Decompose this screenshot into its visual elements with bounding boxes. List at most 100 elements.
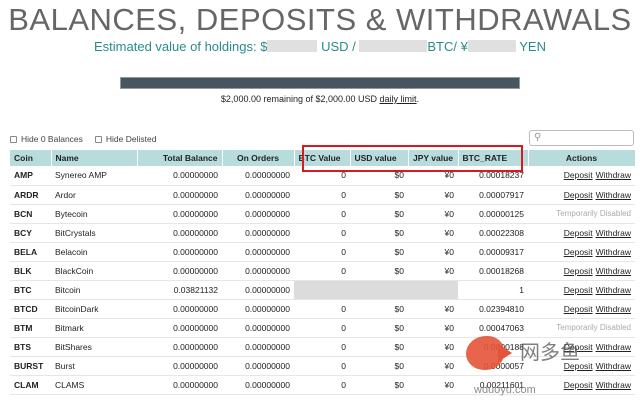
on-orders: 0.00000000 [222, 299, 294, 319]
page-title: BALANCES, DEPOSITS & WITHDRAWALS [8, 2, 632, 37]
deposit-link[interactable]: Deposit [564, 304, 593, 314]
on-orders: 0.00000000 [222, 223, 294, 243]
estimated-holdings: Estimated value of holdings: $ USD / BTC… [0, 39, 640, 54]
yen-value-mask [467, 40, 516, 52]
estimated-yen-label: YEN [519, 39, 546, 54]
daily-limit-text: $2,000.00 remaining of $2,000.00 USD dai… [0, 94, 640, 104]
jpy-value: ¥0 [408, 356, 458, 376]
btc-value: 0 [294, 375, 350, 395]
col-coin[interactable]: Coin [10, 150, 52, 166]
on-orders: 0.00000000 [222, 280, 294, 300]
usd-value: $0 [350, 204, 408, 224]
on-orders: 0.00000000 [222, 242, 294, 262]
table-row: BCN Bytecoin 0.00000000 0.00000000 0 $0 ¥0 0.00… [10, 204, 635, 224]
coin-name: BlackCoin [51, 261, 137, 281]
usd-value: $0 [350, 223, 408, 243]
table-row: BTCD BitcoinDark 0.00000000 0.00000000 0 $0 ¥0… [10, 299, 635, 319]
estimated-usd-label: USD / [321, 39, 356, 54]
status-text: Temporarily Disabled [528, 318, 635, 338]
usd-value: $0 [350, 337, 408, 357]
actions: DepositWithdraw [528, 185, 635, 205]
btc-value: 0 [294, 337, 350, 357]
usd-value: $0 [350, 394, 408, 400]
total-balance: 0.00000000 [137, 261, 222, 281]
actions: DepositWithdraw [528, 242, 635, 262]
jpy-value: ¥0 [408, 299, 458, 319]
coin-name: Synereo AMP [51, 166, 137, 186]
on-orders: 0.00000000 [222, 261, 294, 281]
hide-delisted-label: Hide Delisted [105, 134, 157, 144]
status-text: Temporarily Disabled [528, 204, 635, 224]
coin-name: BitcoinDark [51, 299, 137, 319]
col-name[interactable]: Name [51, 150, 138, 166]
actions: DepositWithdraw [528, 299, 635, 319]
actions: DepositWithdraw [528, 223, 635, 243]
hide-zero-filter[interactable]: Hide 0 Balances [10, 134, 83, 144]
btc-value: 0 [294, 204, 350, 224]
btc-rate: 0.00007917 [458, 185, 528, 205]
total-balance: 0.00000000 [137, 356, 222, 376]
table-row: AMP Synereo AMP 0.00000000 0.00000000 0 $0 ¥0 0… [10, 166, 635, 186]
jpy-value: ¥0 [408, 337, 458, 357]
hide-zero-checkbox[interactable] [10, 135, 17, 143]
usd-value: $0 [350, 356, 408, 376]
hide-delisted-checkbox[interactable] [94, 135, 102, 143]
withdraw-link[interactable]: Withdraw [596, 247, 631, 257]
on-orders: 0.00000000 [222, 204, 294, 224]
withdraw-link[interactable]: Withdraw [596, 228, 631, 238]
actions: DepositWithdraw [528, 280, 635, 300]
col-btc-value[interactable]: BTC Value [294, 150, 351, 166]
col-on-orders[interactable]: On Orders [222, 150, 295, 166]
daily-limit-link[interactable]: daily limit [380, 94, 417, 104]
usd-value: $0 [350, 318, 408, 338]
coin-symbol: DASH [10, 394, 51, 400]
deposit-link[interactable]: Deposit [564, 190, 593, 200]
btc-value: 0 [294, 223, 350, 243]
usd-value: $0 [350, 242, 408, 262]
table-row: BTC Bitcoin 0.03821132 0.00000000 1 Deposit Wi… [10, 280, 635, 300]
search-input[interactable]: ⚲ [529, 130, 634, 146]
coin-symbol: AMP [10, 166, 51, 186]
withdraw-link[interactable]: Withdraw [596, 170, 631, 180]
withdraw-link[interactable]: Withdraw [596, 285, 631, 295]
usd-value: $0 [350, 185, 408, 205]
btc-value: 0 [294, 356, 350, 376]
col-jpy-value[interactable]: JPY value [408, 150, 459, 166]
withdraw-link[interactable]: Withdraw [596, 190, 631, 200]
coin-symbol: ARDR [10, 185, 51, 205]
withdraw-link[interactable]: Withdraw [596, 266, 631, 276]
on-orders: 0.00000000 [222, 166, 294, 186]
jpy-value: ¥0 [408, 185, 458, 205]
btc-value: 0 [294, 166, 350, 186]
hide-delisted-filter[interactable]: Hide Delisted [94, 134, 157, 144]
table-row: BLK BlackCoin 0.00000000 0.00000000 0 $0 ¥0 0.0… [10, 261, 635, 281]
table-row: BELA Belacoin 0.00000000 0.00000000 0 $0 ¥0 0.0… [10, 242, 635, 262]
coin-symbol: BLK [10, 261, 51, 281]
col-usd-value[interactable]: USD value [350, 150, 409, 166]
withdraw-link[interactable]: Withdraw [596, 304, 631, 314]
table-row: ARDR Ardor 0.00000000 0.00000000 0 $0 ¥0 0.0000… [10, 185, 635, 205]
coin-symbol: BCY [10, 223, 51, 243]
total-balance: 0.00000000 [137, 299, 222, 319]
on-orders: 0.00000000 [222, 356, 294, 376]
usd-value: $0 [350, 166, 408, 186]
coin-name: Bitcoin [51, 280, 137, 300]
col-total-balance[interactable]: Total Balance [137, 150, 223, 166]
coin-symbol: BELA [10, 242, 51, 262]
on-orders: 0.00000000 [222, 337, 294, 357]
estimated-btc-label: BTC/ ¥ [427, 39, 468, 54]
coin-symbol: BTCD [10, 299, 51, 319]
deposit-link[interactable]: Deposit [564, 266, 593, 276]
on-orders: 0.00000000 [222, 318, 294, 338]
coin-name: Bitmark [51, 318, 137, 338]
on-orders: 0.00000000 [222, 394, 294, 400]
watermark-site: wduoyu.com [474, 384, 536, 396]
estimated-prefix: Estimated value of holdings: $ [94, 39, 268, 54]
deposit-link[interactable]: Deposit [564, 247, 593, 257]
deposit-link[interactable]: Deposit [564, 228, 593, 238]
deposit-link[interactable]: Deposit [564, 170, 593, 180]
total-balance: 0.03821132 [137, 280, 222, 300]
col-btc-rate[interactable]: BTC_RATE [458, 150, 529, 166]
jpy-value: ¥0 [408, 242, 458, 262]
deposit-link[interactable]: Deposit [564, 285, 593, 295]
